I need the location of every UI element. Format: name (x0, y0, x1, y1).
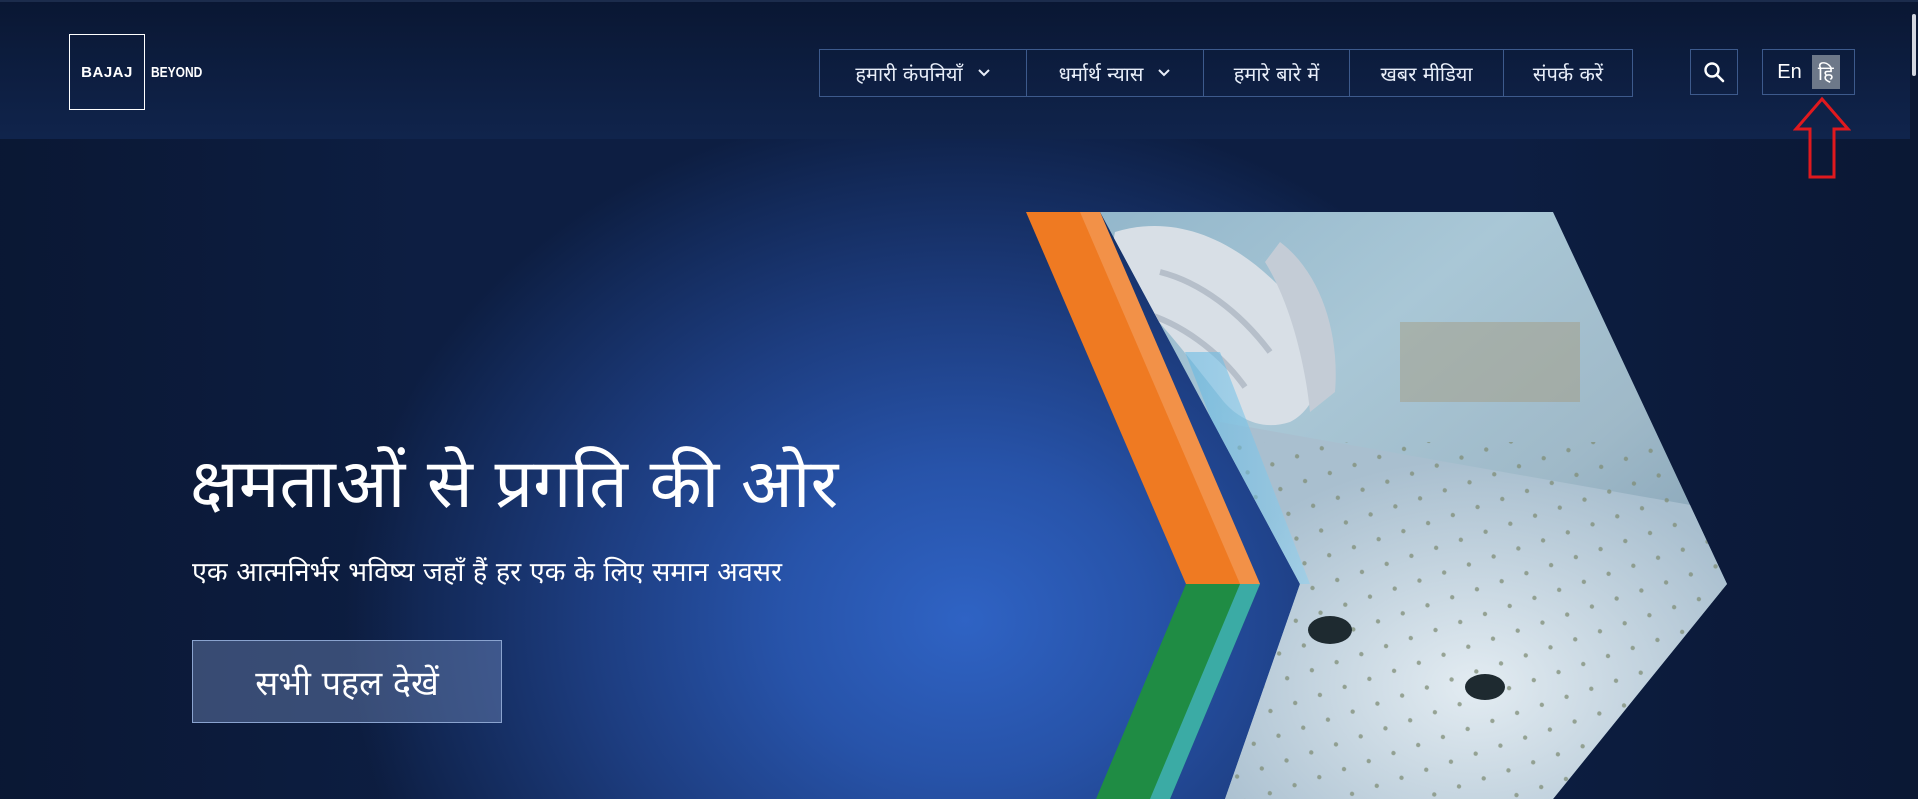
nav-item-label: हमारी कंपनियाँ (855, 61, 963, 86)
nav-item-about-us[interactable]: हमारे बारे में (1203, 50, 1349, 96)
bajaj-beyond-logo[interactable]: BAJAJ BEYOND (69, 34, 215, 110)
search-button[interactable] (1690, 49, 1738, 95)
nav-item-contact-us[interactable]: संपर्क करें (1503, 50, 1632, 96)
language-switcher: En हि (1762, 49, 1855, 95)
nav-item-label: खबर मीडिया (1380, 61, 1473, 86)
nav-item-news-media[interactable]: खबर मीडिया (1349, 50, 1503, 96)
main-nav: हमारी कंपनियाँ धर्मार्थ न्यास हमारे बारे… (819, 49, 1633, 97)
nav-item-label: हमारे बारे में (1233, 61, 1320, 86)
language-option-hi[interactable]: हि (1811, 55, 1840, 89)
search-icon (1704, 62, 1725, 83)
nav-item-label: संपर्क करें (1532, 61, 1604, 86)
red-arrow-annotation-icon (1793, 96, 1851, 179)
hero-subtitle: एक आत्मनिर्भर भविष्य जहाँ हैं हर एक के ल… (192, 557, 783, 588)
page-scrollbar[interactable] (1910, 2, 1918, 799)
nav-item-label: धर्मार्थ न्यास (1058, 61, 1144, 86)
logo-box: BAJAJ (69, 34, 145, 110)
chevron-down-icon (1157, 66, 1171, 80)
chevron-down-icon (977, 66, 991, 80)
scrollbar-thumb[interactable] (1912, 14, 1916, 76)
hero-image (1026, 212, 1727, 799)
logo-suffix: BEYOND (151, 63, 203, 81)
hero-title: क्षमताओं से प्रगति की ओर (190, 445, 839, 524)
nav-item-charitable-trust[interactable]: धर्मार्थ न्यास (1026, 50, 1203, 96)
view-all-initiatives-button[interactable]: सभी पहल देखें (192, 640, 502, 723)
language-option-en[interactable]: En (1777, 61, 1801, 84)
nav-item-our-companies[interactable]: हमारी कंपनियाँ (820, 50, 1026, 96)
site-header: BAJAJ BEYOND हमारी कंपनियाँ धर्मार्थ न्य… (0, 0, 1918, 139)
